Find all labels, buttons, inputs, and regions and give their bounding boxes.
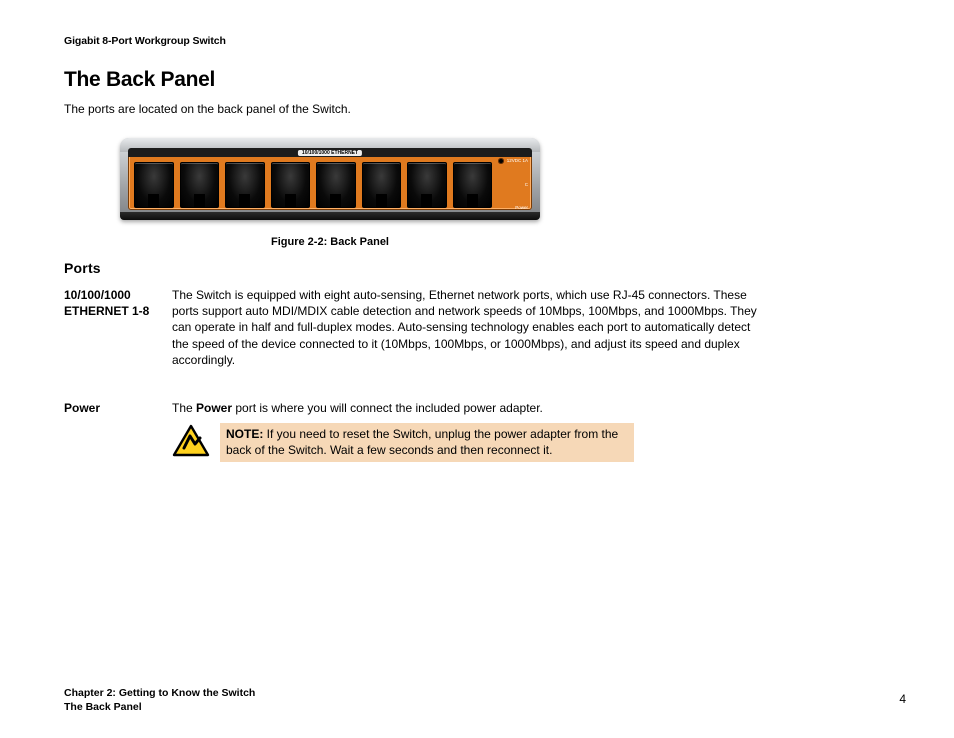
rj45-port [407,162,447,208]
switch-right-labels: 12VDC 1A C Power [494,158,528,210]
page: Gigabit 8-Port Workgroup Switch The Back… [0,0,954,738]
rj45-port [316,162,356,208]
power-jack-icon [498,158,504,164]
rj45-port [225,162,265,208]
product-header: Gigabit 8-Port Workgroup Switch [64,35,226,47]
ethernet-label-line1: 10/100/1000 [64,287,172,303]
note-text: If you need to reset the Switch, unplug … [226,427,618,457]
page-title: The Back Panel [64,68,215,92]
rj45-port [453,162,493,208]
ethernet-description: The Switch is equipped with eight auto-s… [172,287,764,368]
ethernet-label: 10/100/1000 ETHERNET 1-8 [64,287,172,368]
ethernet-label-line2: ETHERNET 1-8 [64,303,172,319]
power-post: port is where you will connect the inclu… [232,401,543,415]
intro-text: The ports are located on the back panel … [64,102,351,116]
note-block: NOTE: If you need to reset the Switch, u… [172,423,634,462]
switch-top-band: 10/100/1000 ETHERNET [128,148,532,157]
switch-band-label: 10/100/1000 ETHERNET [298,150,362,156]
power-pre: The [172,401,196,415]
footer-line2: The Back Panel [64,700,255,714]
page-number: 4 [899,692,906,706]
voltage-label: 12VDC 1A [507,159,528,164]
warning-icon [172,424,210,458]
note-box: NOTE: If you need to reset the Switch, u… [220,423,634,462]
rj45-port [180,162,220,208]
footer: Chapter 2: Getting to Know the Switch Th… [64,686,255,714]
rj45-port [271,162,311,208]
rj45-port [362,162,402,208]
power-label: Power [515,206,528,211]
switch-illustration: 10/100/1000 ETHERNET 12VDC 1A C Power [120,138,540,220]
note-lead: NOTE: [226,427,267,441]
ports-heading: Ports [64,260,101,276]
rj45-ports [134,162,492,208]
figure-caption: Figure 2-2: Back Panel [120,236,540,248]
footer-line1: Chapter 2: Getting to Know the Switch [64,686,255,700]
c-label: C [525,183,528,188]
figure-back-panel: 10/100/1000 ETHERNET 12VDC 1A C Power Fi… [120,138,540,248]
ethernet-row: 10/100/1000 ETHERNET 1-8 The Switch is e… [64,287,764,368]
power-label-cell: Power [64,400,172,416]
power-bold: Power [196,401,232,415]
power-row: Power The Power port is where you will c… [64,400,764,416]
power-description: The Power port is where you will connect… [172,400,764,416]
rj45-port [134,162,174,208]
